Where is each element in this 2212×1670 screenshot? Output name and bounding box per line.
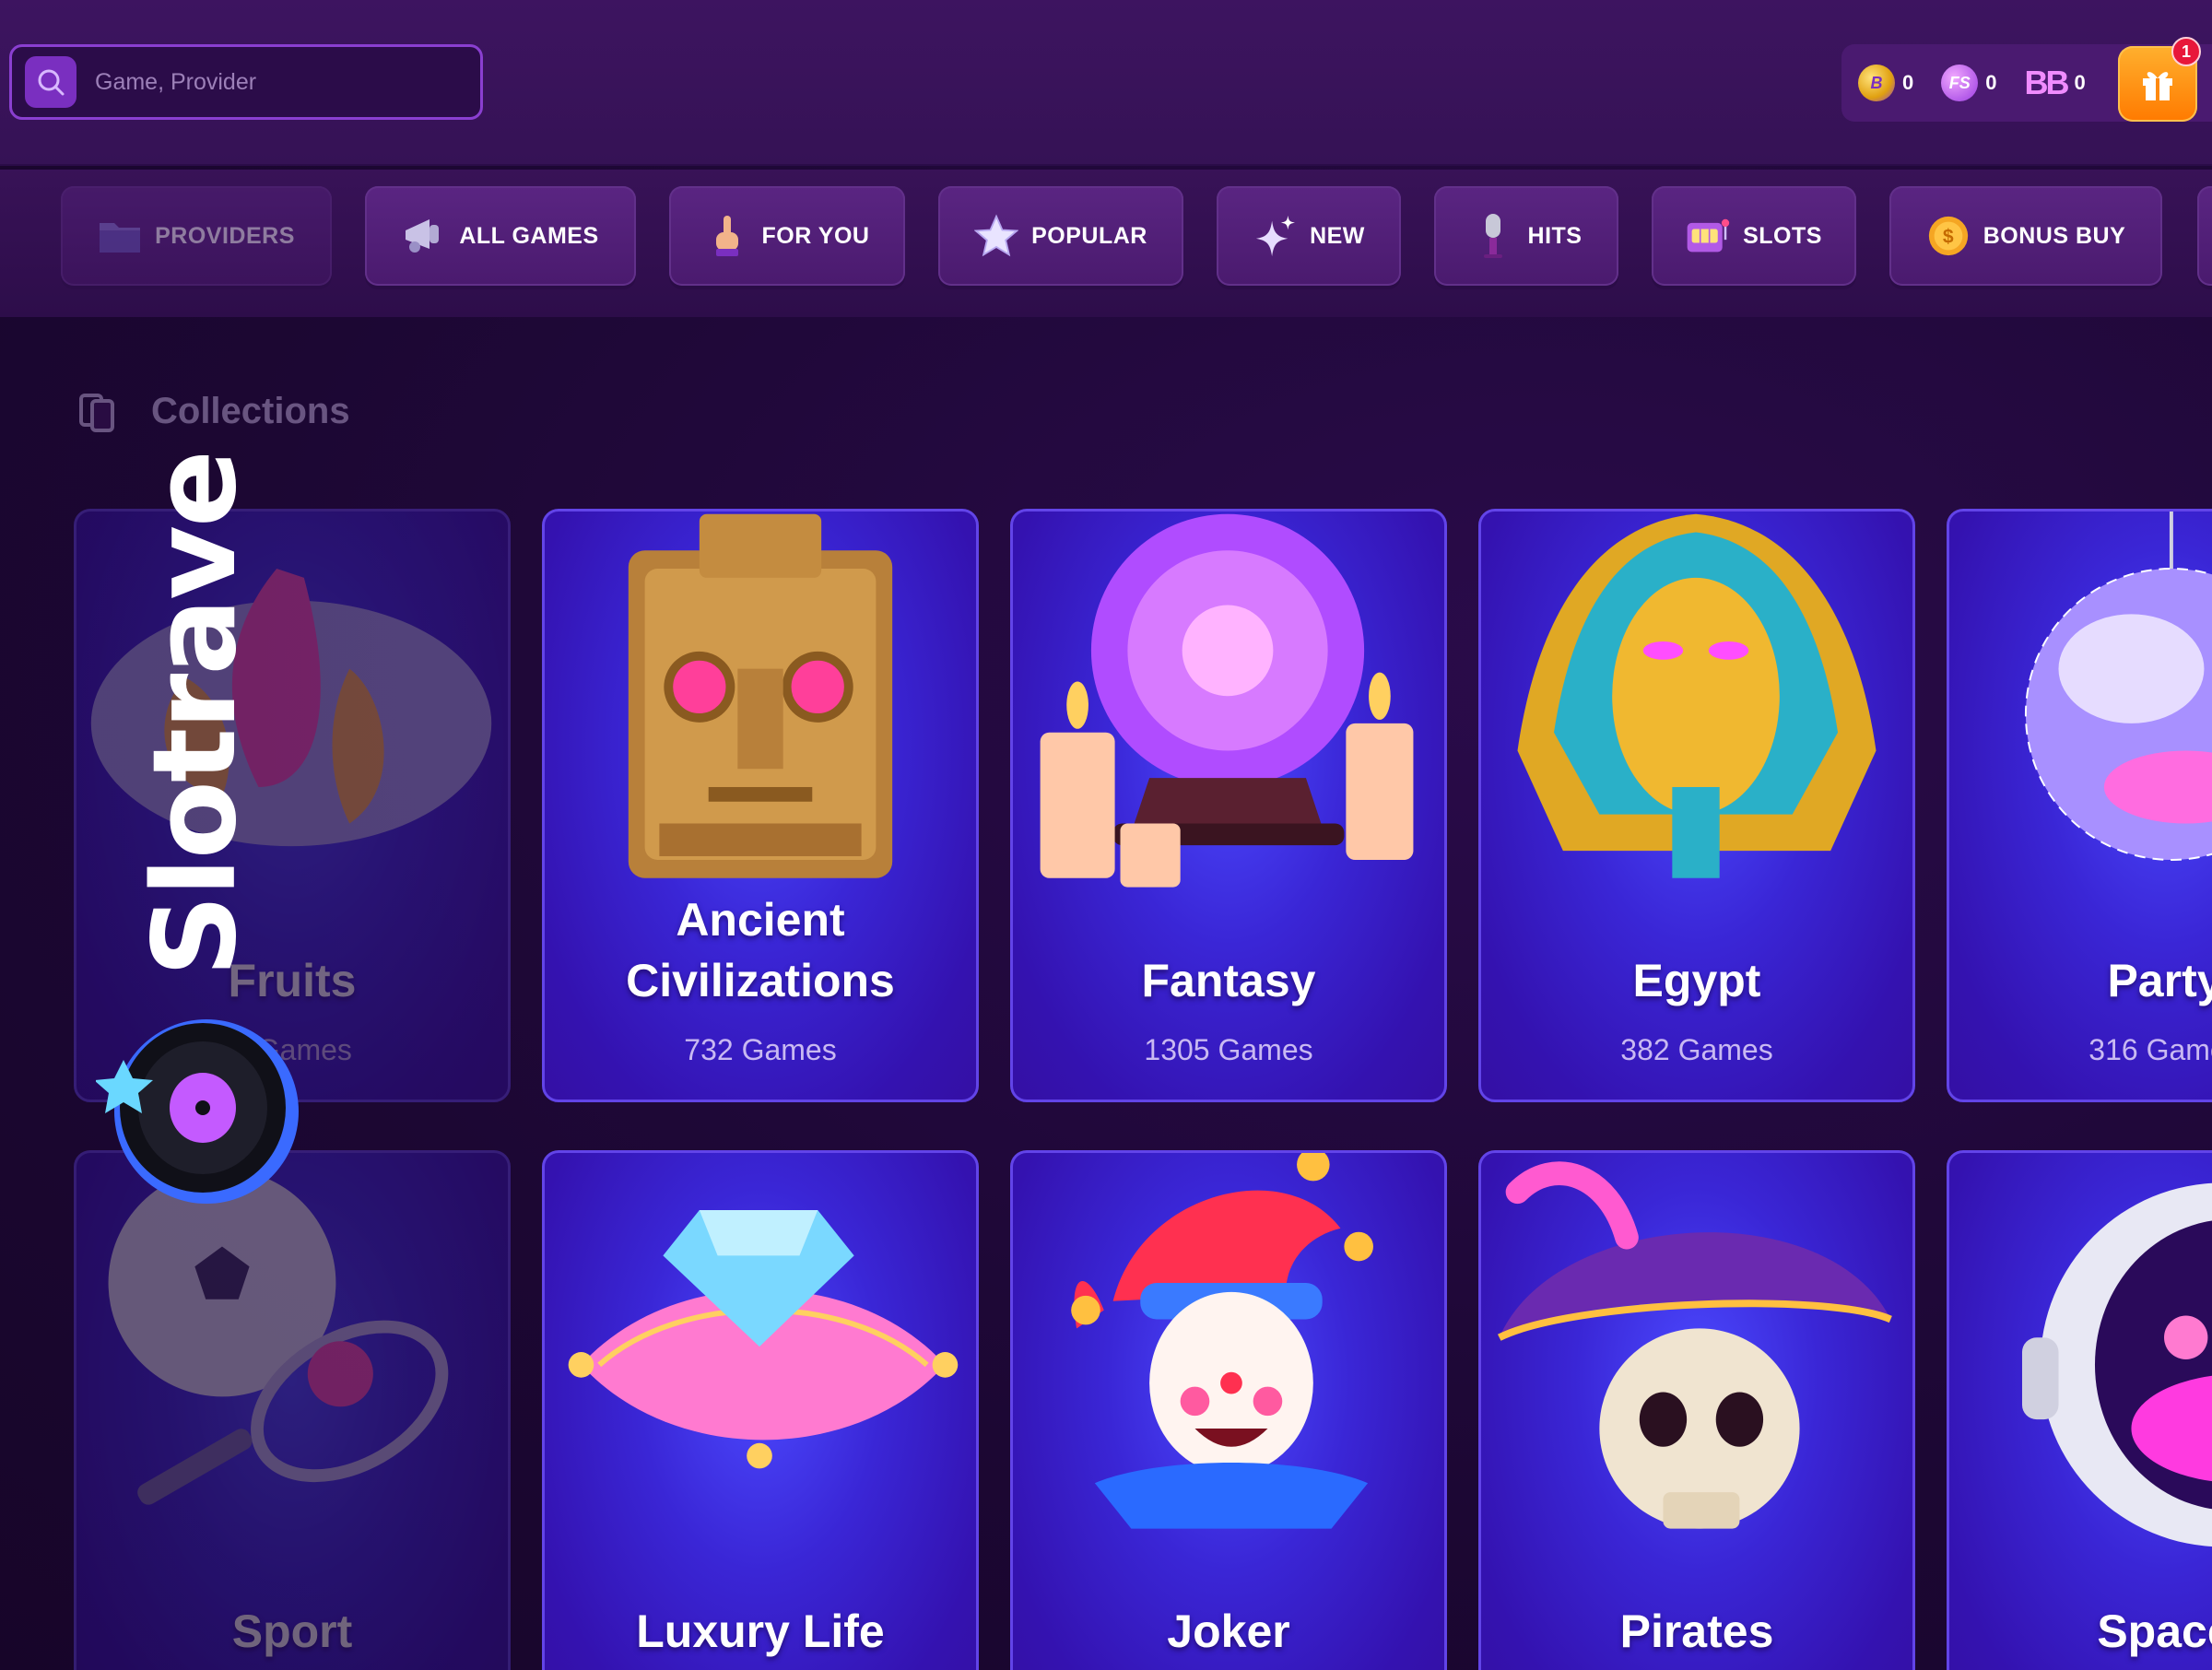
collection-card-space[interactable]: Space [1947,1150,2212,1670]
bonus-coin-icon: B [1858,65,1895,101]
collection-card-party[interactable]: Party 316 Games [1947,509,2212,1102]
search-input[interactable] [95,68,445,96]
disco-ball-art [2024,512,2212,861]
ancient-totem-art [628,513,893,878]
card-count: 382 Games [1620,1033,1773,1066]
card-name: Fantasy [1141,955,1316,1006]
diamond-pillow-art [568,1210,959,1469]
nav-slots[interactable]: SLOTS [1652,186,1856,286]
nav-new[interactable]: NEW [1217,186,1401,286]
bb-balance-value: 0 [2074,71,2086,94]
collections-title: Collections [151,391,350,431]
card-count: 316 Games [2088,1033,2212,1066]
nav-popular[interactable]: POPULAR [938,186,1183,286]
joker-art [1071,1153,1373,1529]
dollar-coin-icon: $ [1926,214,1971,258]
gift-icon [2143,72,2172,100]
nav-bonus-buy-label: BONUS BUY [1983,222,2126,249]
top-header: B 0 FS 0 BB 0 1 [0,0,2212,166]
nav-bonus-buy[interactable]: $ BONUS BUY [1889,186,2162,286]
card-name: Joker [1167,1605,1290,1657]
card-name: Party [2107,955,2212,1006]
megaphone-icon [402,214,446,258]
free-spins-balance[interactable]: FS 0 [1941,65,1997,101]
search-icon[interactable] [25,56,76,108]
nav-hits[interactable]: HITS [1434,186,1618,286]
microphone-icon [1471,214,1515,258]
svg-text:$: $ [1943,227,1954,248]
card-name: Luxury Life [636,1605,885,1657]
card-name-line2: Civilizations [626,955,895,1006]
gift-notification-badge: 1 [2171,37,2201,66]
nav-all-games-label: ALL GAMES [459,222,599,249]
collection-card-sport[interactable]: Sport [74,1150,511,1670]
sparkle-icon [1253,214,1297,258]
free-spins-coin-icon: FS [1941,65,1979,101]
nav-all-games[interactable]: ALL GAMES [365,186,636,286]
bb-balance[interactable]: BB 0 [2025,64,2086,102]
pirate-skull-art [1497,1161,1892,1529]
page: B 0 FS 0 BB 0 1 [0,0,2212,1670]
card-name: Pirates [1619,1605,1774,1657]
card-name: Egypt [1632,955,1761,1006]
card-name: Sport [231,1605,353,1657]
nav-for-you[interactable]: FOR YOU [669,186,905,286]
collection-card-pirates[interactable]: Pirates [1478,1150,1915,1670]
collection-card-egypt[interactable]: Egypt 382 Games [1478,509,1915,1102]
crystal-ball-art [1040,513,1414,888]
nav-new-label: NEW [1310,222,1365,249]
free-spins-symbol: FS [1948,73,1971,92]
card-name-line1: Ancient [676,894,845,946]
collection-card-joker[interactable]: Joker [1010,1150,1447,1670]
free-spins-balance-value: 0 [1985,71,1997,94]
bonus-balance[interactable]: B 0 [1858,65,1913,101]
nav-providers-label: PROVIDERS [155,222,295,249]
card-count: 1305 Games [1144,1033,1313,1066]
brand-logo: Slotrave [129,451,262,977]
folder-icon [98,214,142,258]
nav-more-chip[interactable] [2197,186,2212,286]
bonus-balance-value: 0 [1902,71,1914,94]
card-count: 732 Games [684,1033,837,1066]
collection-card-luxury-life[interactable]: Luxury Life [542,1150,979,1670]
nav-slots-label: SLOTS [1743,222,1822,249]
nav-providers[interactable]: PROVIDERS [61,186,332,286]
collection-card-fantasy[interactable]: Fantasy 1305 Games [1010,509,1447,1102]
card-name: Space [2097,1605,2212,1657]
bb-icon: BB [2024,64,2070,101]
vinyl-disc-icon [96,1019,299,1204]
slot-machine-icon [1686,214,1730,258]
pharaoh-art [1517,513,1877,878]
collections-icon [79,393,114,432]
collection-card-ancient-civilizations[interactable]: Ancient Civilizations 732 Games [542,509,979,1102]
pointing-hand-icon [705,214,749,258]
search-box[interactable] [9,44,483,120]
bonus-coin-symbol: B [1870,73,1883,92]
collections-heading: Collections [79,391,350,432]
star-icon [974,214,1019,258]
nav-popular-label: POPULAR [1031,222,1147,249]
astronaut-helmet-art [2021,1182,2212,1547]
nav-for-you-label: FOR YOU [761,222,870,249]
nav-hits-label: HITS [1527,222,1583,249]
